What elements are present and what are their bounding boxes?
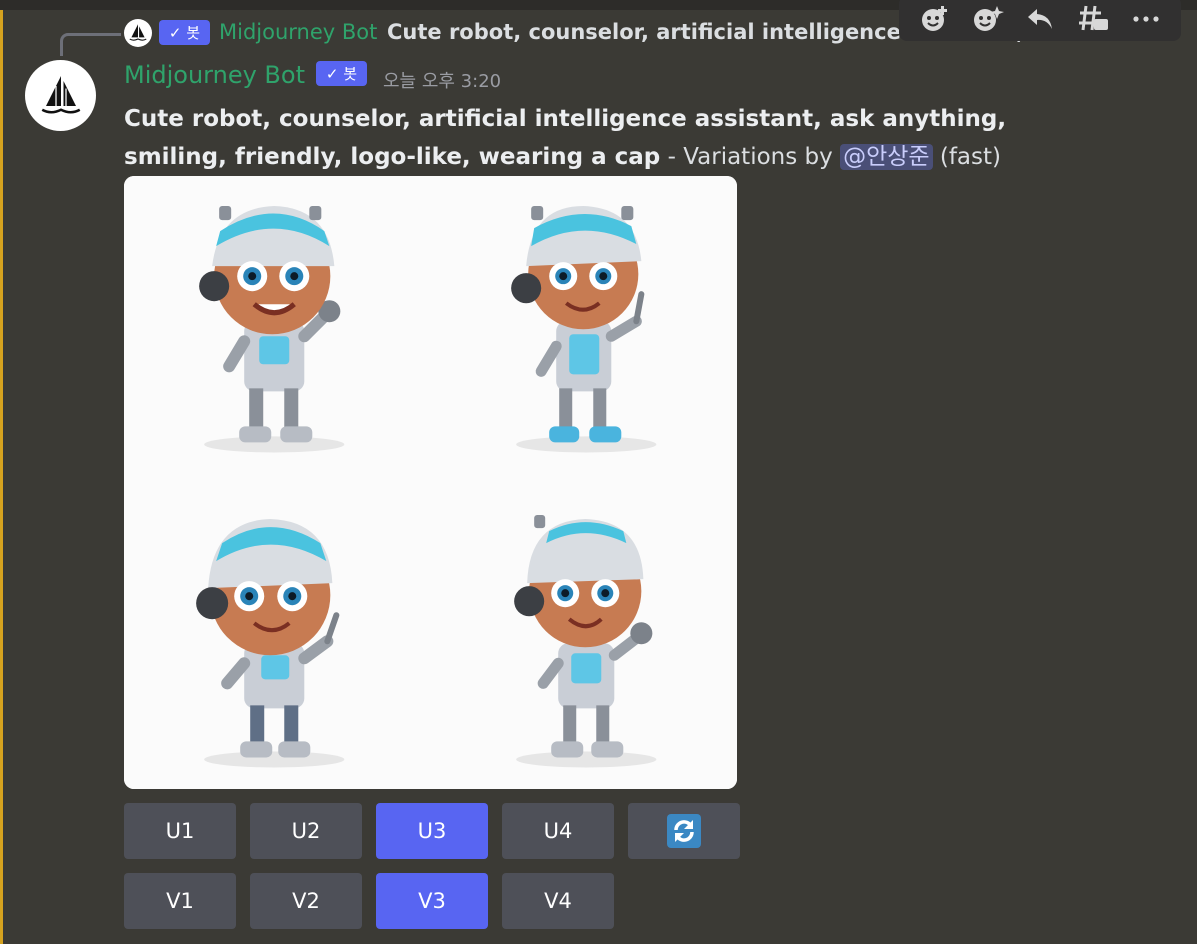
create-thread-icon [1079,5,1109,30]
sailboat-logo-icon [129,24,147,41]
add-reaction-icon [921,5,947,31]
reply-author[interactable]: Midjourney Bot [219,20,377,44]
create-thread-button[interactable] [1073,1,1113,37]
robot-illustration [196,518,345,767]
reroll-icon [667,814,701,848]
bot-tag-label: 봇 [186,24,201,42]
author-name[interactable]: Midjourney Bot [124,61,305,89]
robot-illustration [510,206,656,453]
upscale-2-button[interactable]: U2 [250,803,362,859]
more-options-icon [1133,15,1159,22]
robot-illustration [199,206,345,453]
reply-spine [60,33,121,56]
message-hover-toolbar [899,0,1181,41]
reply-avatar[interactable] [124,19,152,47]
variation-3-button[interactable]: V3 [376,873,488,929]
user-mention[interactable]: @안상준 [840,144,933,170]
checkmark-icon: ✓ [325,64,339,83]
image-variation-4 [430,482,737,789]
add-reaction-button[interactable] [914,1,954,37]
upscale-3-button[interactable]: U3 [376,803,488,859]
variation-2-button[interactable]: V2 [250,873,362,929]
upscale-1-button[interactable]: U1 [124,803,236,859]
speed-label: (fast) [932,144,1001,170]
reply-button[interactable] [1020,1,1060,37]
highlight-accent-bar [0,10,3,944]
reply-icon [1027,8,1052,29]
super-reaction-icon [973,5,1004,31]
upscale-4-button[interactable]: U4 [502,803,614,859]
generated-image-grid[interactable] [124,176,737,789]
super-reaction-button[interactable] [967,1,1007,37]
message-timestamp: 오늘 오후 3:20 [383,71,502,92]
variation-label: - Variations by [660,144,841,170]
image-variation-2 [430,176,737,483]
more-options-button[interactable] [1126,1,1166,37]
checkmark-icon: ✓ [168,23,182,42]
reply-bot-tag: ✓ 봇 [159,20,210,45]
variation-1-button[interactable]: V1 [124,873,236,929]
bot-tag: ✓ 봇 [316,61,367,86]
variation-4-button[interactable]: V4 [502,873,614,929]
image-variation-3 [124,482,431,789]
reroll-button[interactable] [628,803,740,859]
image-variation-1 [124,176,431,483]
message-content: Cute robot, counselor, artificial intell… [124,100,1084,176]
robot-illustration [513,514,656,767]
sailboat-logo-icon [41,75,80,113]
bot-tag-label: 봇 [343,65,358,83]
author-avatar[interactable] [25,60,96,131]
